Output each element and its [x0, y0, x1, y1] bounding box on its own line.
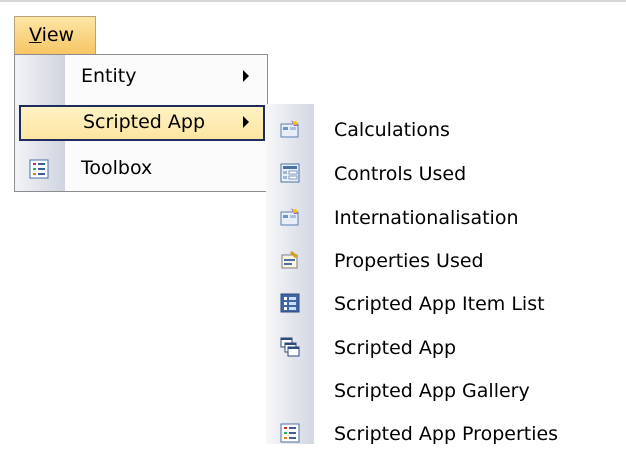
internationalisation-icon [280, 207, 300, 227]
submenu-item-properties-used[interactable]: Properties Used [266, 238, 626, 282]
menu-item-scripted-app[interactable]: Scripted App [19, 105, 265, 141]
menu-item-label: Entity [81, 65, 137, 87]
submenu-item-internationalisation[interactable]: Internationalisation [266, 195, 626, 239]
submenu-item-controls-used[interactable]: Controls Used [266, 151, 626, 195]
submenu-item-scripted-app-gallery[interactable]: Scripted App Gallery [266, 368, 626, 412]
list-icon [29, 159, 49, 179]
item-list-icon [280, 293, 300, 313]
submenu-item-label: Scripted App [334, 337, 457, 359]
scripted-app-submenu: Calculations Controls Used International… [266, 104, 626, 445]
calculations-icon [280, 119, 300, 139]
submenu-item-label: Scripted App Item List [334, 293, 545, 315]
list-icon [280, 423, 300, 443]
submenu-item-scripted-app[interactable]: Scripted App [266, 325, 626, 369]
submenu-item-label: Internationalisation [334, 207, 519, 229]
submenu-item-label: Controls Used [334, 163, 467, 185]
controls-icon [280, 163, 300, 183]
view-menu-label: View [29, 24, 75, 46]
windows-icon [280, 337, 300, 357]
view-menu[interactable]: View [14, 16, 96, 54]
submenu-item-scripted-app-properties[interactable]: Scripted App Properties [266, 411, 626, 455]
menu-item-label: Scripted App [83, 111, 206, 133]
submenu-item-label: Properties Used [334, 250, 484, 272]
submenu-arrow-icon [243, 116, 249, 128]
submenu-arrow-icon [243, 70, 249, 82]
menu-item-entity[interactable]: Entity [17, 59, 265, 95]
properties-icon [280, 250, 300, 270]
menu-item-label: Toolbox [81, 157, 153, 179]
window-top-border [0, 0, 626, 2]
submenu-item-label: Calculations [334, 119, 450, 141]
submenu-item-calculations[interactable]: Calculations [266, 107, 626, 151]
menu-item-toolbox[interactable]: Toolbox [17, 151, 265, 187]
submenu-item-label: Scripted App Properties [334, 423, 559, 445]
submenu-item-label: Scripted App Gallery [334, 380, 530, 402]
view-dropdown: Entity Scripted App Toolbox [14, 54, 268, 192]
submenu-item-scripted-app-item-list[interactable]: Scripted App Item List [266, 281, 626, 325]
